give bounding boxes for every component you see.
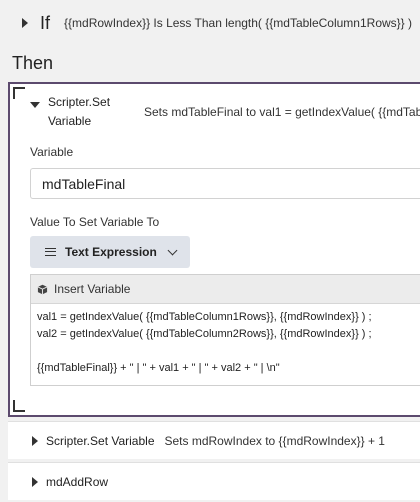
block-header[interactable]: Scripter.Set Variable [30,93,138,131]
code-line: val2 = getIndexValue( {{mdTableColumn2Ro… [37,328,372,340]
insert-variable-label: Insert Variable [54,282,131,296]
if-condition-row[interactable]: If {{mdRowIndex}} Is Less Than length( {… [0,0,420,46]
corner-bracket-bottom-left [13,400,25,412]
variable-label: Variable [30,145,74,159]
insert-variable-button[interactable]: Insert Variable [31,275,420,304]
then-label: Then [12,53,54,73]
expression-editor[interactable]: Insert Variable val1 = getIndexValue( {{… [30,274,420,386]
value-label: Value To Set Variable To [30,215,160,229]
block-title: Scripter.Set Variable [48,95,111,128]
cube-icon [37,284,48,294]
if-condition-text: {{mdRowIndex}} Is Less Than length( {{md… [64,16,413,30]
menu-lines-icon [45,248,56,256]
expand-caret-icon[interactable] [32,476,38,487]
set-variable-block[interactable]: Scripter.Set Variable Sets mdTableFinal … [8,82,420,417]
code-line: {{mdTableFinal}} + " | " + val1 + " | " … [37,362,280,374]
collapse-caret-icon[interactable] [30,102,40,108]
expand-caret-icon[interactable] [32,435,38,446]
row-title: Scripter.Set Variable [46,433,155,448]
row-summary: Sets mdRowIndex to {{mdRowIndex}} + 1 [164,433,385,448]
code-text[interactable]: val1 = getIndexValue( {{mdTableColumn1Ro… [31,304,420,379]
corner-bracket-top-left [13,87,25,99]
chevron-down-icon [167,245,178,255]
code-line: val1 = getIndexValue( {{mdTableColumn1Ro… [37,311,372,323]
row-title: mdAddRow [46,474,109,489]
block-summary: Sets mdTableFinal to val1 = getIndexValu… [144,105,420,119]
expression-type-label: Text Expression [65,245,157,259]
variable-input-value: mdTableFinal [42,175,126,192]
expand-caret-icon[interactable] [22,18,28,28]
set-row-index-block[interactable]: Scripter.Set Variable Sets mdRowIndex to… [8,421,420,459]
if-keyword: If [40,12,51,33]
variable-input[interactable]: mdTableFinal [30,168,420,199]
expression-type-dropdown[interactable]: Text Expression [30,236,190,268]
md-add-row-block[interactable]: mdAddRow [8,462,420,500]
